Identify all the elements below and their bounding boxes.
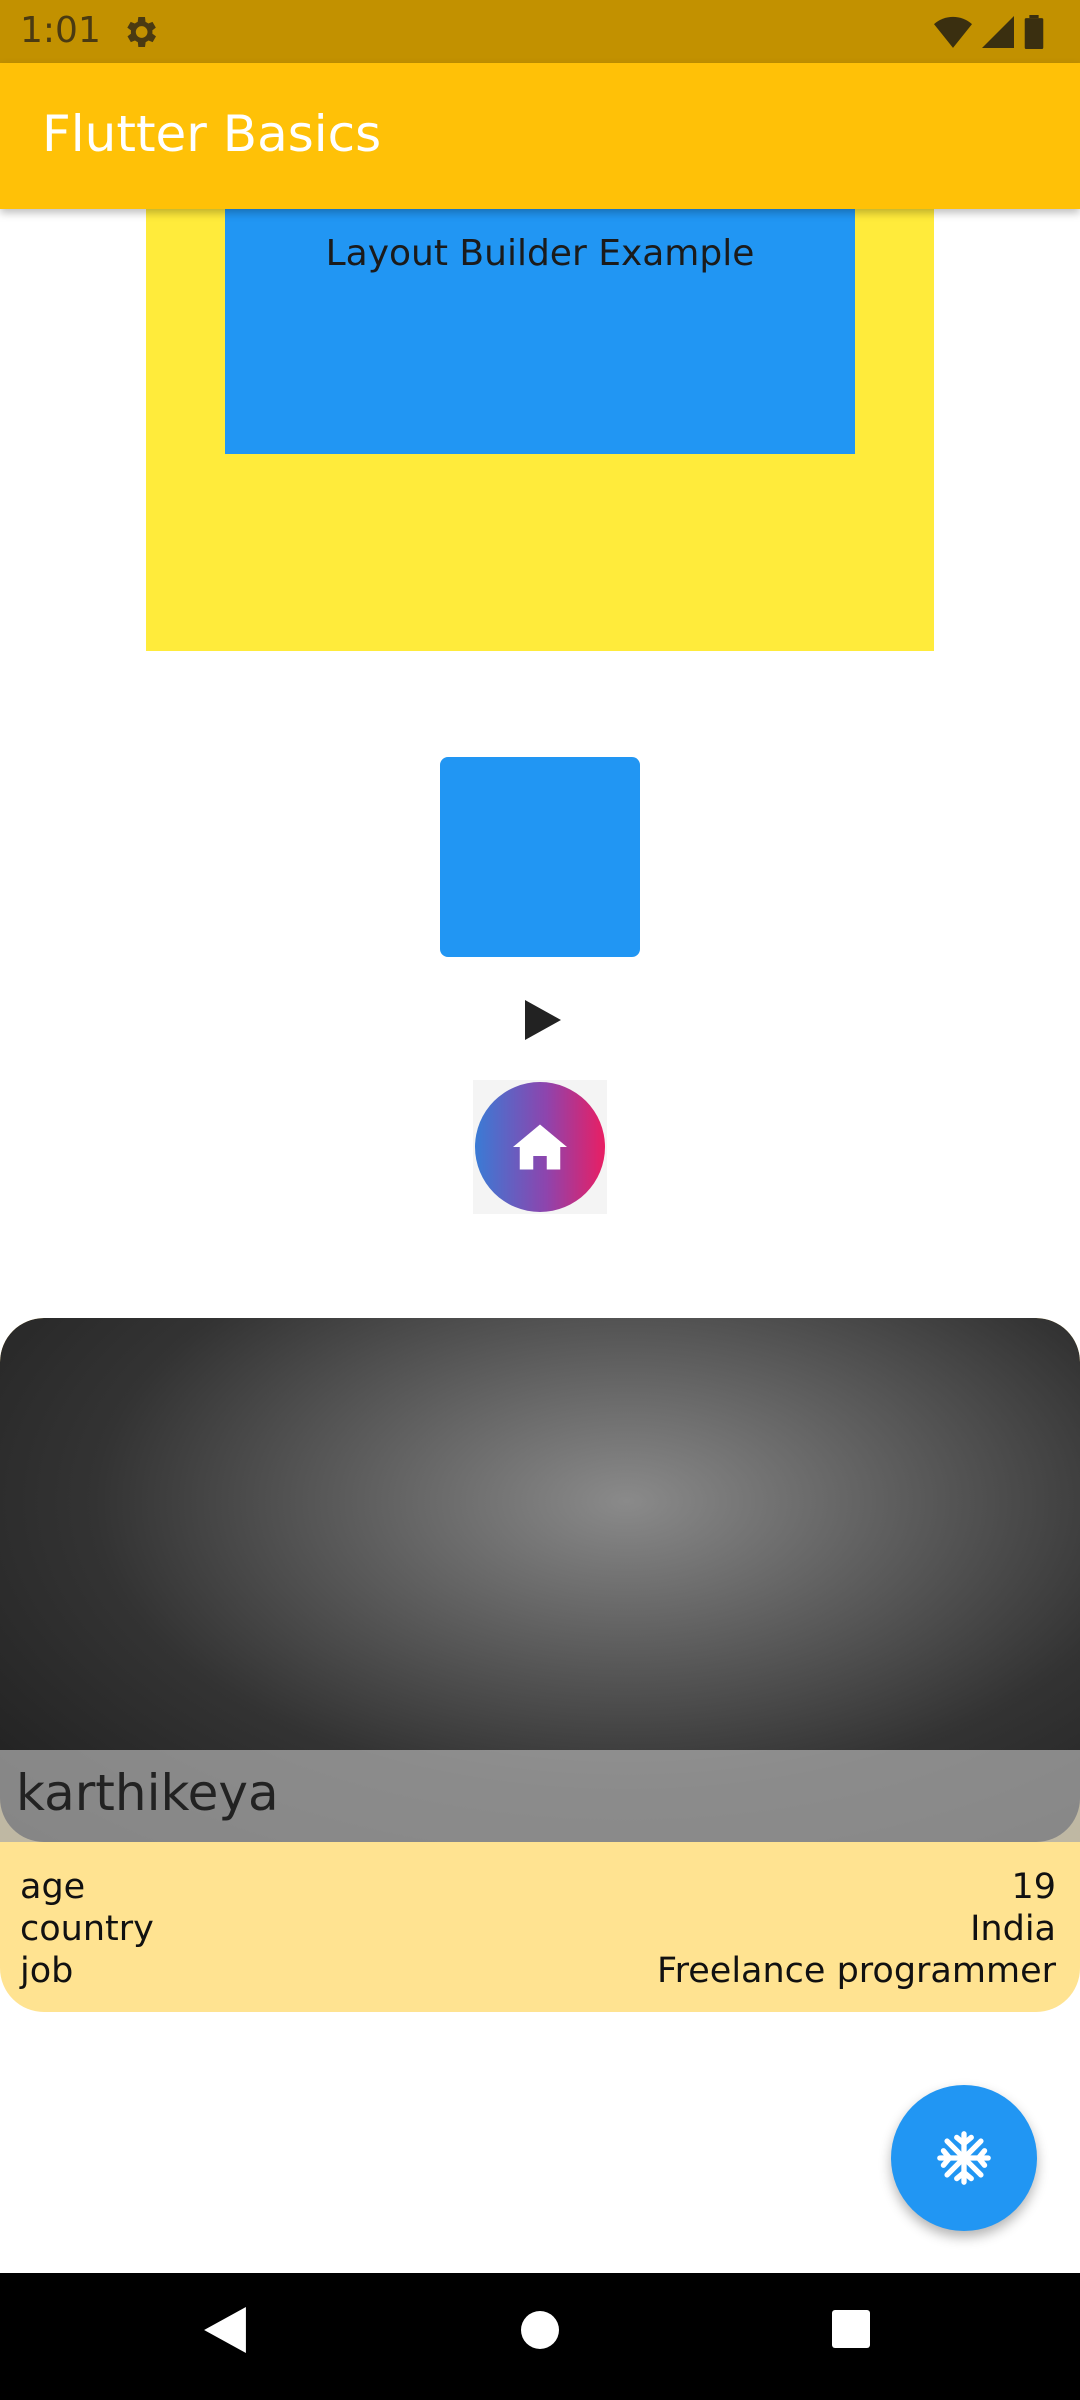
profile-row-country: country India bbox=[20, 1908, 1056, 1950]
status-icons bbox=[934, 12, 1044, 52]
profile-row-age: age 19 bbox=[20, 1866, 1056, 1908]
battery-icon bbox=[1024, 15, 1044, 49]
status-bar: 1:01 bbox=[0, 0, 1080, 63]
profile-info: age 19 country India job Freelance progr… bbox=[20, 1866, 1056, 1992]
field-value: India bbox=[970, 1909, 1056, 1949]
home-icon bbox=[513, 1124, 567, 1170]
home-button[interactable] bbox=[475, 1082, 605, 1212]
layout-builder-label: Layout Builder Example bbox=[325, 233, 755, 274]
app-bar: Flutter Basics bbox=[0, 63, 1080, 209]
field-label: country bbox=[20, 1909, 154, 1949]
gear-icon bbox=[127, 17, 156, 47]
field-label: age bbox=[20, 1867, 86, 1907]
app-title: Flutter Basics bbox=[42, 105, 382, 163]
profile-row-job: job Freelance programmer bbox=[20, 1950, 1056, 1992]
profile-name: karthikeya bbox=[16, 1764, 279, 1822]
field-label: job bbox=[20, 1951, 74, 1991]
back-icon[interactable] bbox=[204, 2307, 246, 2353]
play-icon[interactable] bbox=[525, 1000, 561, 1040]
animated-square[interactable] bbox=[440, 757, 640, 957]
home-button-container bbox=[473, 1080, 607, 1214]
home-nav-icon[interactable] bbox=[521, 2311, 559, 2349]
field-value: 19 bbox=[1011, 1867, 1056, 1907]
recents-icon[interactable] bbox=[832, 2310, 870, 2348]
status-time: 1:01 bbox=[20, 10, 101, 51]
floating-action-button[interactable] bbox=[891, 2085, 1037, 2231]
field-value: Freelance programmer bbox=[657, 1951, 1056, 1991]
wifi-icon bbox=[934, 16, 972, 48]
profile-card: karthikeya age 19 country India job Free… bbox=[0, 1318, 1080, 2012]
layout-builder-inner-container: Layout Builder Example bbox=[225, 209, 855, 454]
system-nav-bar bbox=[0, 2273, 1080, 2400]
snowflake-icon bbox=[937, 2131, 991, 2185]
signal-icon bbox=[982, 16, 1014, 48]
